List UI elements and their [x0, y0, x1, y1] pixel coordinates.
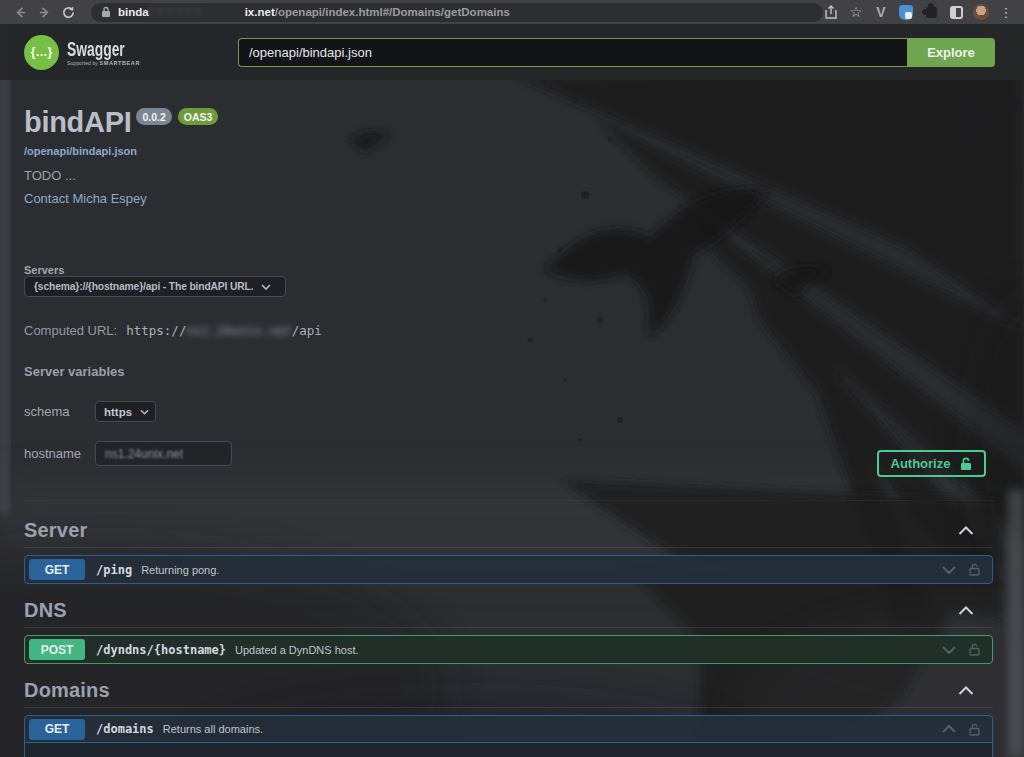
spec-link[interactable]: /openapi/bindapi.json — [24, 145, 993, 157]
unlock-icon — [960, 457, 972, 471]
share-icon[interactable] — [823, 4, 839, 20]
tag-title: Domains — [24, 679, 110, 702]
op-summary: Returns all domains. — [163, 723, 263, 735]
api-description: TODO ... — [24, 168, 993, 183]
hostname-input[interactable]: ns1.24unix.net — [95, 441, 232, 466]
collapse-chevron-icon[interactable] — [958, 686, 974, 695]
extension-v-icon[interactable]: V — [873, 4, 889, 20]
version-badge: 0.0.2 — [136, 108, 171, 125]
computed-url-label: Computed URL: — [24, 323, 117, 338]
schema-select[interactable]: https — [95, 401, 156, 422]
tag-section-server: Server GET /ping Returning pong. — [24, 519, 993, 584]
opblock-post-dyndns[interactable]: POST /dyndns/{hostname} Updated a DynDNS… — [24, 635, 993, 664]
schema-label: schema — [24, 404, 95, 419]
collapse-chevron-icon[interactable] — [958, 526, 974, 535]
method-badge: GET — [29, 559, 85, 580]
tag-title: Server — [24, 519, 87, 542]
url-site-prefix: binda — [118, 6, 149, 18]
extension-shield-icon[interactable] — [898, 4, 914, 20]
authorize-button[interactable]: Authorize — [877, 450, 986, 477]
tab-groups-icon[interactable] — [948, 4, 964, 20]
computed-url-censored: ns1.24unix.net — [186, 323, 291, 338]
tag-header-domains[interactable]: Domains — [24, 679, 993, 708]
lock-icon[interactable] — [969, 563, 980, 576]
oas3-badge: OAS3 — [178, 108, 219, 125]
swagger-logo-text: Swagger — [67, 38, 166, 59]
tag-section-domains: Domains GET /domains Returns all domains… — [24, 679, 993, 757]
lock-icon[interactable] — [969, 723, 980, 736]
address-bar[interactable]: binda •••••• ix.net /openapi/index.html#… — [91, 3, 823, 22]
url-censored-part: •••••• — [149, 6, 245, 18]
hostname-label: hostname — [24, 446, 95, 461]
opblock-get-domains[interactable]: GET /domains Returns all domains. — [24, 715, 993, 757]
method-badge: GET — [29, 719, 85, 740]
site-lock-icon — [101, 6, 111, 18]
computed-url-value: https://ns1.24unix.net/api — [126, 323, 322, 338]
swagger-logo-tagline: Supported by SMARTBEAR — [67, 60, 217, 66]
tag-section-dns: DNS POST /dyndns/{hostname} Updated a Dy… — [24, 599, 993, 664]
tag-title: DNS — [24, 599, 67, 622]
op-summary: Updated a DynDNS host. — [235, 644, 359, 656]
extensions-puzzle-icon[interactable] — [923, 4, 939, 20]
method-badge: POST — [29, 639, 85, 660]
chevron-down-icon — [140, 409, 149, 415]
tag-header-dns[interactable]: DNS — [24, 599, 993, 628]
op-path: /ping — [96, 563, 132, 577]
url-site-suffix: ix.net — [245, 6, 275, 18]
bookmark-star-icon[interactable]: ☆ — [848, 4, 864, 20]
opblock-body — [25, 743, 992, 757]
op-path: /domains — [96, 722, 154, 736]
swagger-topbar: {…} Swagger Supported by SMARTBEAR Explo… — [0, 24, 1024, 80]
lock-icon[interactable] — [969, 643, 980, 656]
collapse-chevron-icon[interactable] — [942, 725, 956, 733]
browser-back-icon[interactable] — [13, 5, 28, 20]
expand-chevron-icon[interactable] — [942, 566, 956, 574]
browser-forward-icon[interactable] — [37, 5, 52, 20]
opblock-get-ping[interactable]: GET /ping Returning pong. — [24, 555, 993, 584]
url-path: /openapi/index.html#/Domains/getDomains — [275, 6, 510, 18]
chevron-down-icon — [261, 284, 271, 290]
swagger-logo: {…} Swagger Supported by SMARTBEAR — [24, 35, 217, 70]
scheme-container: Servers {schema}://{hostname}/api - The … — [24, 206, 993, 501]
server-variables-heading: Server variables — [24, 364, 993, 379]
servers-selected-option: {schema}://{hostname}/api - The bindAPI … — [34, 281, 253, 292]
swagger-logo-icon: {…} — [24, 35, 59, 70]
op-path: /dyndns/{hostname} — [96, 643, 226, 657]
api-title: bindAPI — [24, 105, 131, 139]
contact-link[interactable]: Contact Micha Espey — [24, 191, 993, 206]
explore-button[interactable]: Explore — [907, 38, 995, 67]
browser-reload-icon[interactable] — [61, 5, 76, 20]
collapse-chevron-icon[interactable] — [958, 606, 974, 615]
servers-select[interactable]: {schema}://{hostname}/api - The bindAPI … — [24, 276, 286, 297]
tag-header-server[interactable]: Server — [24, 519, 993, 548]
profile-avatar[interactable] — [973, 4, 989, 20]
servers-label: Servers — [24, 264, 993, 276]
op-summary: Returning pong. — [141, 564, 219, 576]
expand-chevron-icon[interactable] — [942, 646, 956, 654]
spec-url-input[interactable] — [238, 38, 907, 67]
browser-chrome: binda •••••• ix.net /openapi/index.html#… — [0, 0, 1024, 24]
browser-menu-icon[interactable]: ⋮ — [998, 4, 1014, 20]
